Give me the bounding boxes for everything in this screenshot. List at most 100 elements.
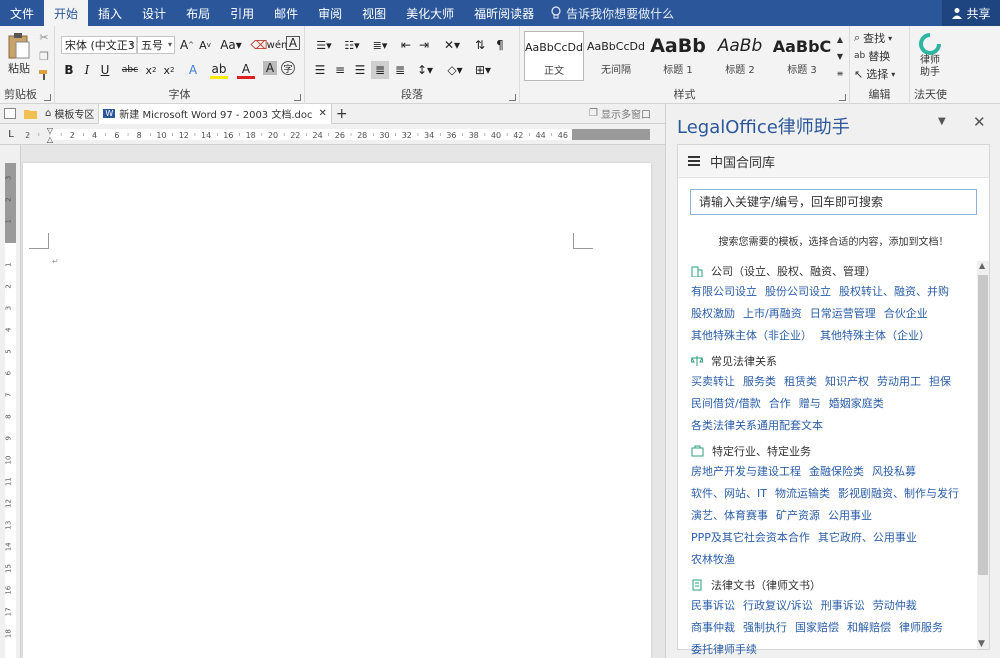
- category-link[interactable]: 服务类: [743, 371, 776, 393]
- format-painter-icon[interactable]: [37, 68, 51, 82]
- category-link[interactable]: 其他特殊主体（非企业）: [691, 325, 812, 347]
- category-link[interactable]: 风投私募: [872, 461, 916, 483]
- category-link[interactable]: 委托律师手续: [691, 639, 757, 658]
- menu-item-4[interactable]: 布局: [176, 0, 220, 26]
- panel-scrollbar[interactable]: ▲ ▼: [977, 261, 989, 649]
- text-effects-icon[interactable]: A: [184, 61, 202, 79]
- shading-icon[interactable]: ◇▾: [443, 61, 467, 79]
- style-1[interactable]: AaBbCcDd 正文: [524, 31, 584, 81]
- menu-file[interactable]: 文件: [0, 0, 44, 26]
- category-link[interactable]: 强制执行: [743, 617, 787, 639]
- align-right-icon[interactable]: ☰: [351, 61, 369, 79]
- phonetic-icon[interactable]: wén: [267, 36, 288, 54]
- menu-item-9[interactable]: 美化大师: [396, 0, 464, 26]
- styles-more-icon[interactable]: ≡: [833, 65, 847, 81]
- align-left-icon[interactable]: ☰: [311, 61, 329, 79]
- multilevel-list-icon[interactable]: ≣▾: [367, 36, 393, 54]
- menu-item-7[interactable]: 审阅: [308, 0, 352, 26]
- scroll-thumb[interactable]: [978, 275, 988, 575]
- category-link[interactable]: 知识产权: [825, 371, 869, 393]
- category-link[interactable]: 劳动仲裁: [873, 595, 917, 617]
- change-case-icon[interactable]: Aa▾: [219, 36, 243, 54]
- category-link[interactable]: 租赁类: [784, 371, 817, 393]
- folder-icon[interactable]: [20, 104, 41, 124]
- chinese-layout-icon[interactable]: ✕▾: [439, 36, 465, 54]
- menu-item-6[interactable]: 邮件: [264, 0, 308, 26]
- category-link[interactable]: 矿产资源: [776, 505, 820, 527]
- font-color-icon[interactable]: A: [237, 61, 255, 79]
- category-link[interactable]: 买卖转让: [691, 371, 735, 393]
- shrink-font-icon[interactable]: Av: [196, 36, 214, 54]
- category-link[interactable]: 和解赔偿: [847, 617, 891, 639]
- category-link[interactable]: 软件、网站、IT: [691, 483, 767, 505]
- menu-item-1[interactable]: 开始: [44, 0, 89, 26]
- category-link[interactable]: 赠与: [799, 393, 821, 415]
- category-link[interactable]: 股份公司设立: [765, 281, 831, 303]
- scroll-down-icon[interactable]: ▼: [978, 639, 985, 649]
- strikethrough-icon[interactable]: abc: [120, 61, 140, 79]
- search-input[interactable]: [690, 189, 977, 215]
- category-link[interactable]: 国家赔偿: [795, 617, 839, 639]
- bullets-icon[interactable]: ☰▾: [311, 36, 337, 54]
- category-link[interactable]: 股权激励: [691, 303, 735, 325]
- panel-options-icon[interactable]: ▼: [938, 116, 946, 127]
- select-button[interactable]: ↖ 选择 ▾: [854, 66, 895, 82]
- category-link[interactable]: 股权转让、融资、并购: [839, 281, 949, 303]
- paste-button[interactable]: 粘贴: [5, 30, 33, 78]
- clipboard-launcher[interactable]: [44, 94, 51, 101]
- multi-window-button[interactable]: ❐ 显示多窗口: [585, 104, 655, 124]
- align-center-icon[interactable]: ≡: [331, 61, 349, 79]
- close-icon[interactable]: ✕: [973, 113, 986, 131]
- category-link[interactable]: PPP及其它社会资本合作: [691, 527, 810, 549]
- indent-marker-icon[interactable]: ▽ △: [45, 126, 55, 144]
- category-link[interactable]: 律师服务: [899, 617, 943, 639]
- category-link[interactable]: 演艺、体育赛事: [691, 505, 768, 527]
- menu-item-10[interactable]: 福昕阅读器: [464, 0, 544, 26]
- category-link[interactable]: 日常运营管理: [810, 303, 876, 325]
- open-file-icon[interactable]: [0, 104, 20, 124]
- menu-item-2[interactable]: 插入: [88, 0, 132, 26]
- superscript-icon[interactable]: x2: [160, 61, 178, 79]
- menu-item-3[interactable]: 设计: [132, 0, 176, 26]
- new-tab-button[interactable]: +: [332, 104, 352, 124]
- distributed-icon[interactable]: ≣: [391, 61, 409, 79]
- style-5[interactable]: AaBbC 标题 3: [772, 31, 832, 81]
- enclose-char-icon[interactable]: 字: [281, 61, 295, 75]
- justify-icon[interactable]: ≣: [371, 61, 389, 79]
- paragraph-launcher[interactable]: [509, 94, 516, 101]
- document-tab[interactable]: W 新建 Microsoft Word 97 - 2003 文档.doc ✕: [98, 103, 332, 124]
- template-tab[interactable]: ⌂ 模板专区: [41, 104, 98, 124]
- category-link[interactable]: 合伙企业: [884, 303, 928, 325]
- styles-scroll-down-icon[interactable]: ▼: [833, 48, 847, 64]
- font-launcher[interactable]: [294, 94, 301, 101]
- category-link[interactable]: 担保: [929, 371, 951, 393]
- document-page[interactable]: ↵: [23, 163, 651, 658]
- styles-launcher[interactable]: [839, 94, 846, 101]
- close-tab-icon[interactable]: ✕: [319, 108, 327, 119]
- vertical-ruler[interactable]: 3 2 1 1 2 3 4 5 6 7 8 9 10 11 12 13 14 15 16 17 18: [0, 145, 21, 658]
- borders-icon[interactable]: ⊞▾: [471, 61, 495, 79]
- category-link[interactable]: 各类法律关系通用配套文本: [691, 415, 823, 437]
- bold-icon[interactable]: B: [60, 61, 78, 79]
- hamburger-icon[interactable]: [688, 154, 700, 168]
- category-link[interactable]: 行政复议/诉讼: [743, 595, 813, 617]
- category-link[interactable]: 其它政府、公用事业: [818, 527, 917, 549]
- category-link[interactable]: 有限公司设立: [691, 281, 757, 303]
- style-3[interactable]: AaBb 标题 1: [648, 31, 708, 81]
- category-link[interactable]: 民事诉讼: [691, 595, 735, 617]
- clear-format-icon[interactable]: ⌫: [250, 36, 268, 54]
- category-link[interactable]: 其他特殊主体（企业）: [820, 325, 930, 347]
- copy-icon[interactable]: ❐: [37, 49, 51, 63]
- decrease-indent-icon[interactable]: ⇤: [397, 36, 415, 54]
- menu-item-5[interactable]: 引用: [220, 0, 264, 26]
- lawyer-assistant-button[interactable]: 律师助手: [914, 30, 946, 82]
- horizontal-ruler[interactable]: L 2 2 4 6 8 10 12 14 16 18 20 22 24 26 28 30 32 34 36 38 40 4…: [0, 124, 665, 145]
- category-link[interactable]: 影视剧融资、制作与发行: [838, 483, 959, 505]
- show-marks-icon[interactable]: ¶: [491, 36, 509, 54]
- char-border-icon[interactable]: A: [286, 36, 300, 50]
- font-name-box[interactable]: 宋体 (中文正3 ▾: [61, 36, 137, 54]
- document-canvas[interactable]: ↵: [21, 145, 665, 658]
- cut-icon[interactable]: ✂: [37, 30, 51, 44]
- italic-icon[interactable]: I: [78, 61, 96, 79]
- char-shading-icon[interactable]: A: [263, 61, 277, 75]
